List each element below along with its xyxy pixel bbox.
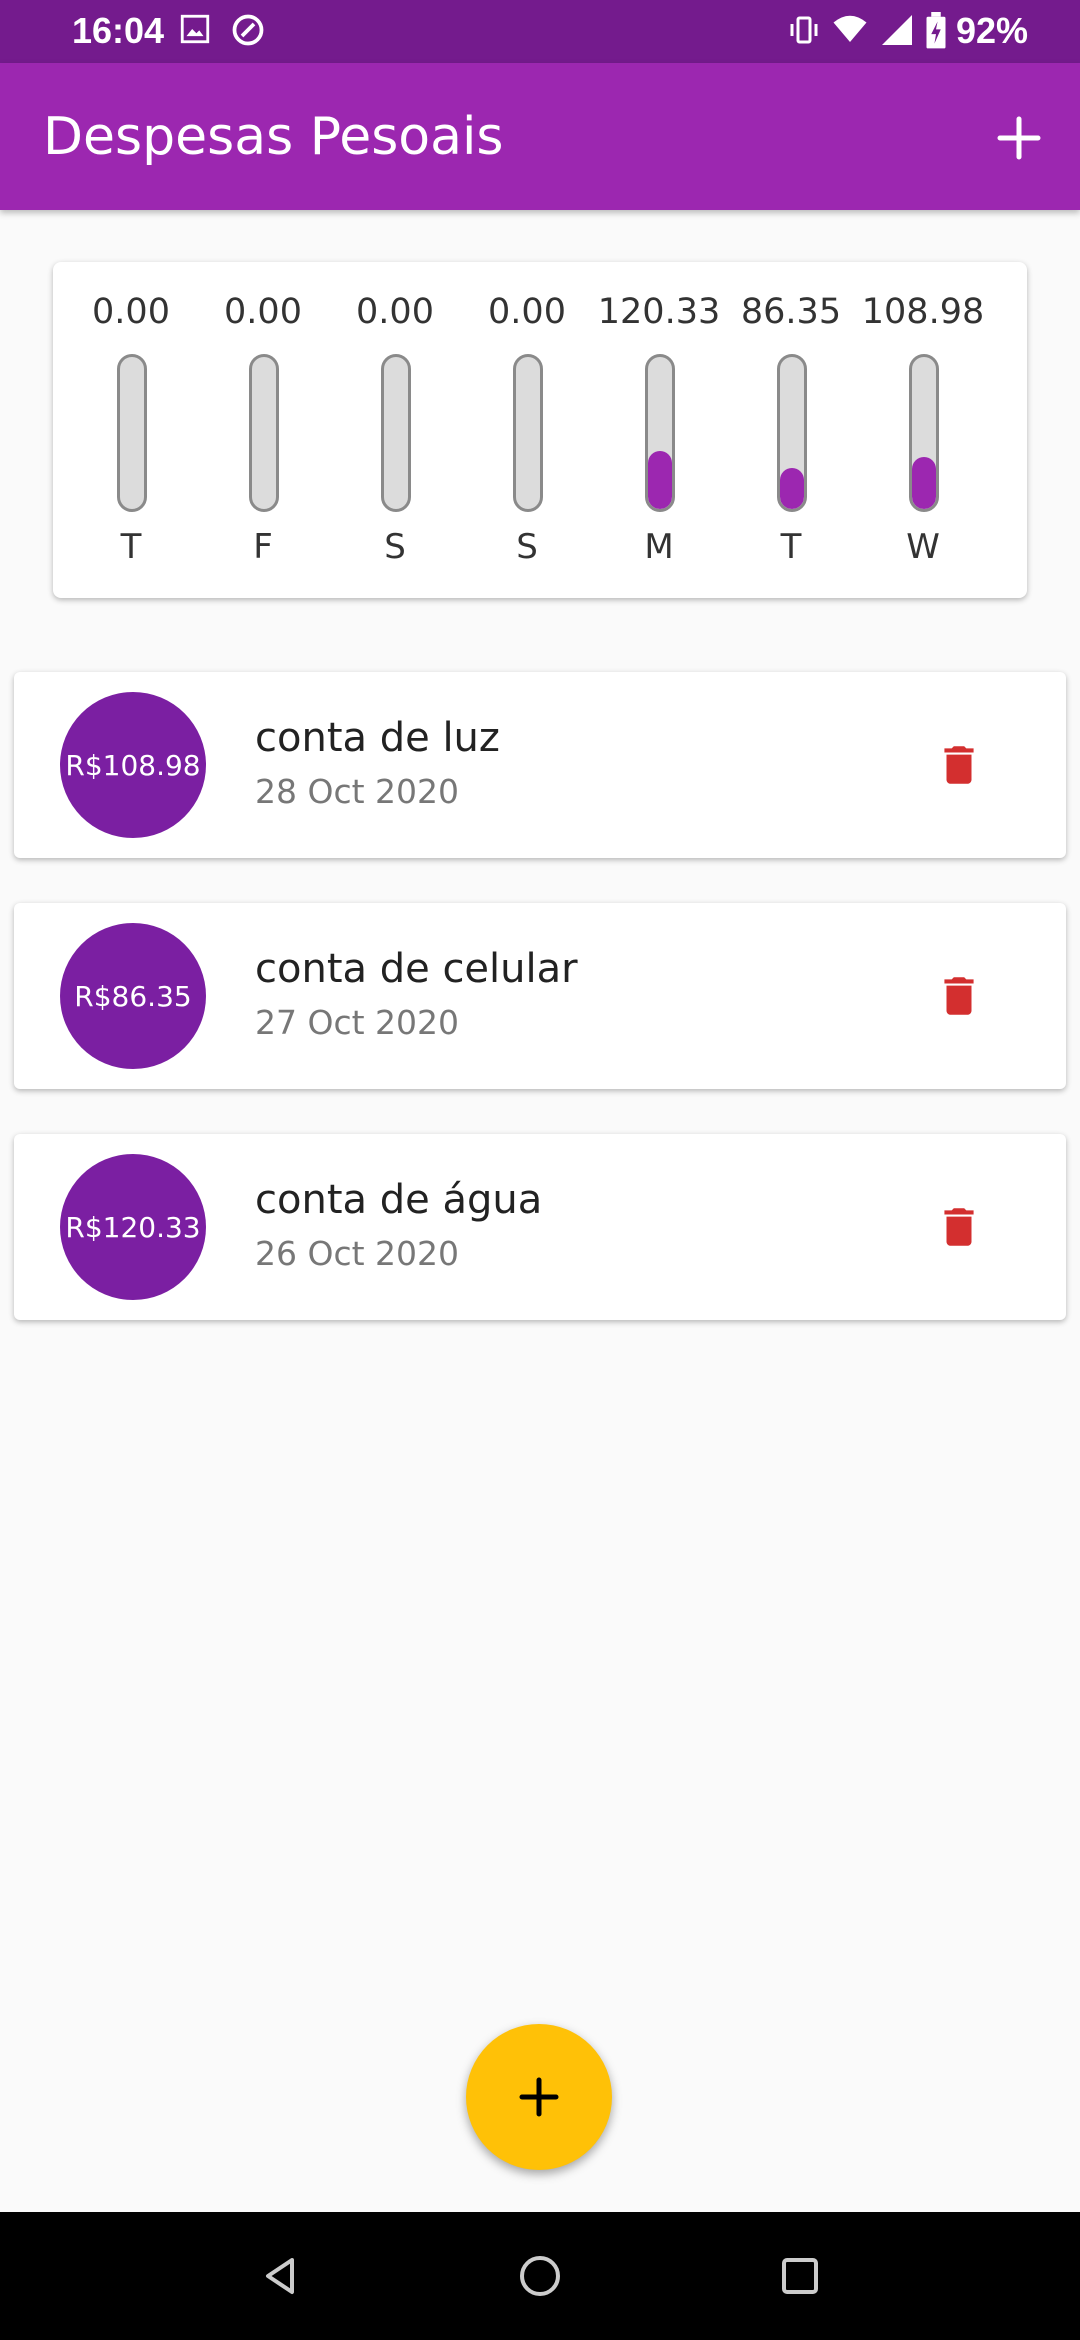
wifi-icon (833, 15, 867, 42)
at-icon (232, 14, 264, 46)
bar-value-label: 0.00 (356, 292, 434, 332)
bar-day-label: M (644, 527, 674, 567)
bar-track (909, 354, 939, 512)
delete-button[interactable] (934, 740, 984, 790)
bar-day-label: T (120, 527, 142, 567)
status-bar: 16:04 92% (0, 0, 1080, 63)
bar-value-label: 120.33 (597, 292, 721, 332)
transaction-item: R$86.35 conta de celular 27 Oct 2020 (14, 903, 1066, 1089)
vibrate-icon (790, 16, 818, 44)
delete-button[interactable] (934, 1202, 984, 1252)
bar-value-label: 0.00 (92, 292, 170, 332)
weekly-chart: 0.00 T 0.00 F 0.00 S 0.00 S 120.33 M 86.35 T 108.98 W (53, 262, 1027, 598)
transaction-title: conta de luz (255, 715, 500, 761)
amount-avatar: R$86.35 (60, 923, 206, 1069)
transaction-item: R$108.98 conta de luz 28 Oct 2020 (14, 672, 1066, 858)
status-time: 16:04 (72, 10, 165, 51)
bar-track (513, 354, 543, 512)
plus-icon (519, 2077, 559, 2117)
bar-day-label: S (516, 527, 538, 567)
transaction-date: 28 Oct 2020 (255, 772, 460, 811)
trash-icon (944, 746, 974, 784)
bar-day-label: F (253, 527, 273, 567)
bar-value-label: 108.98 (861, 292, 985, 332)
bar-track (777, 354, 807, 512)
bar-value-label: 86.35 (740, 292, 842, 332)
battery-percentage: 92% (955, 10, 1028, 51)
bar-track (381, 354, 411, 512)
bar-value-label: 0.00 (224, 292, 302, 332)
transaction-date: 27 Oct 2020 (255, 1003, 460, 1042)
bar-day-label: W (906, 527, 940, 567)
bar-fill (912, 457, 936, 509)
app-bar: Despesas Pesoais (0, 63, 1080, 210)
bar-fill (780, 467, 804, 509)
bar-track (249, 354, 279, 512)
add-transaction-button[interactable] (984, 103, 1054, 173)
bar-track (117, 354, 147, 512)
home-icon[interactable] (510, 2246, 570, 2306)
add-fab-button[interactable] (466, 2024, 612, 2170)
amount-avatar: R$120.33 (60, 1154, 206, 1300)
amount-avatar: R$108.98 (60, 692, 206, 838)
navigation-bar (0, 2212, 1080, 2340)
image-icon (180, 14, 210, 44)
page-title: Despesas Pesoais (43, 107, 504, 167)
plus-icon (997, 116, 1041, 160)
bar-fill (648, 451, 672, 509)
battery-icon (926, 12, 946, 49)
bar-day-label: S (384, 527, 406, 567)
bar-track (645, 354, 675, 512)
delete-button[interactable] (934, 971, 984, 1021)
signal-icon (882, 15, 912, 45)
back-icon[interactable] (250, 2246, 310, 2306)
transaction-title: conta de água (255, 1177, 543, 1223)
transaction-title: conta de celular (255, 946, 578, 992)
transaction-item: R$120.33 conta de água 26 Oct 2020 (14, 1134, 1066, 1320)
bar-day-label: T (780, 527, 802, 567)
bar-value-label: 0.00 (488, 292, 566, 332)
recents-icon[interactable] (770, 2246, 830, 2306)
transaction-date: 26 Oct 2020 (255, 1234, 460, 1273)
trash-icon (944, 977, 974, 1015)
trash-icon (944, 1208, 974, 1246)
